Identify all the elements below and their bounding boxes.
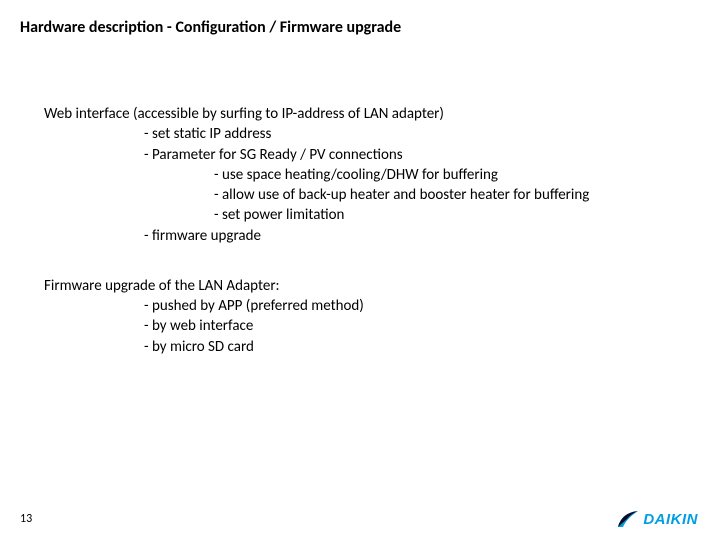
page-number: 13 [20, 512, 32, 526]
list-item: - use space heating/cooling/DHW for buff… [214, 165, 690, 185]
brand-logo: DAIKIN [617, 510, 698, 528]
list-item: - set power limitation [214, 205, 690, 225]
section-heading: Firmware upgrade of the LAN Adapter: [44, 276, 690, 296]
list-item: - by micro SD card [144, 337, 690, 357]
list-item: - firmware upgrade [144, 226, 690, 246]
spacer [44, 246, 690, 276]
daikin-swoosh-icon [617, 510, 639, 528]
list-item: - allow use of back-up heater and booste… [214, 185, 690, 205]
list-item: - by web interface [144, 316, 690, 336]
list-item: - set static IP address [144, 124, 690, 144]
slide: Hardware description - Configuration / F… [0, 0, 720, 540]
list-item: - pushed by APP (preferred method) [144, 296, 690, 316]
page-title: Hardware description - Configuration / F… [20, 18, 401, 37]
body-content: Web interface (accessible by surfing to … [44, 104, 690, 357]
list-item: - Parameter for SG Ready / PV connection… [144, 145, 690, 165]
section-heading: Web interface (accessible by surfing to … [44, 104, 690, 124]
brand-name: DAIKIN [643, 511, 698, 528]
